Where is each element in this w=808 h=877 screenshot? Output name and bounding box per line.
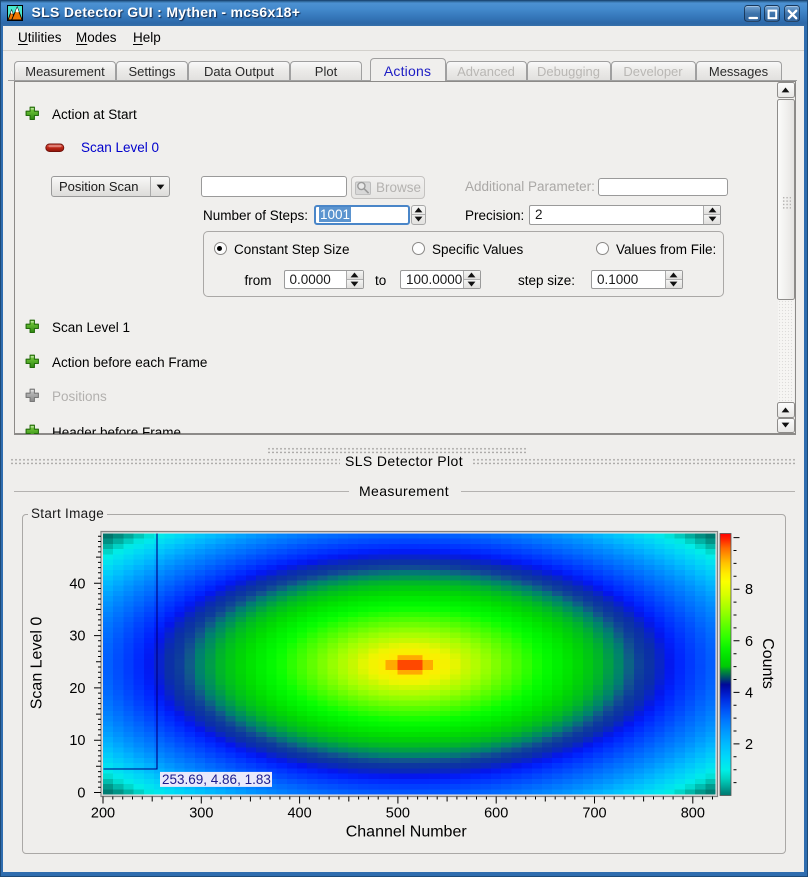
svg-text:800: 800 <box>680 806 704 822</box>
svg-text:40: 40 <box>69 576 85 592</box>
svg-text:4: 4 <box>745 685 753 701</box>
svg-text:Counts: Counts <box>759 638 776 689</box>
svg-text:600: 600 <box>484 806 508 822</box>
svg-text:700: 700 <box>582 806 606 822</box>
svg-text:Scan Level 0: Scan Level 0 <box>28 617 45 710</box>
svg-text:500: 500 <box>385 806 409 822</box>
svg-text:300: 300 <box>189 806 213 822</box>
svg-text:0: 0 <box>77 786 85 802</box>
svg-text:400: 400 <box>287 806 311 822</box>
svg-text:30: 30 <box>69 629 85 645</box>
svg-text:8: 8 <box>745 582 753 598</box>
svg-text:20: 20 <box>69 681 85 697</box>
svg-text:Channel Number: Channel Number <box>345 824 467 841</box>
svg-text:253.69, 4.86, 1.83: 253.69, 4.86, 1.83 <box>162 772 271 787</box>
svg-text:6: 6 <box>745 634 753 650</box>
svg-text:200: 200 <box>90 806 114 822</box>
svg-text:2: 2 <box>745 737 753 753</box>
svg-text:10: 10 <box>69 733 85 749</box>
